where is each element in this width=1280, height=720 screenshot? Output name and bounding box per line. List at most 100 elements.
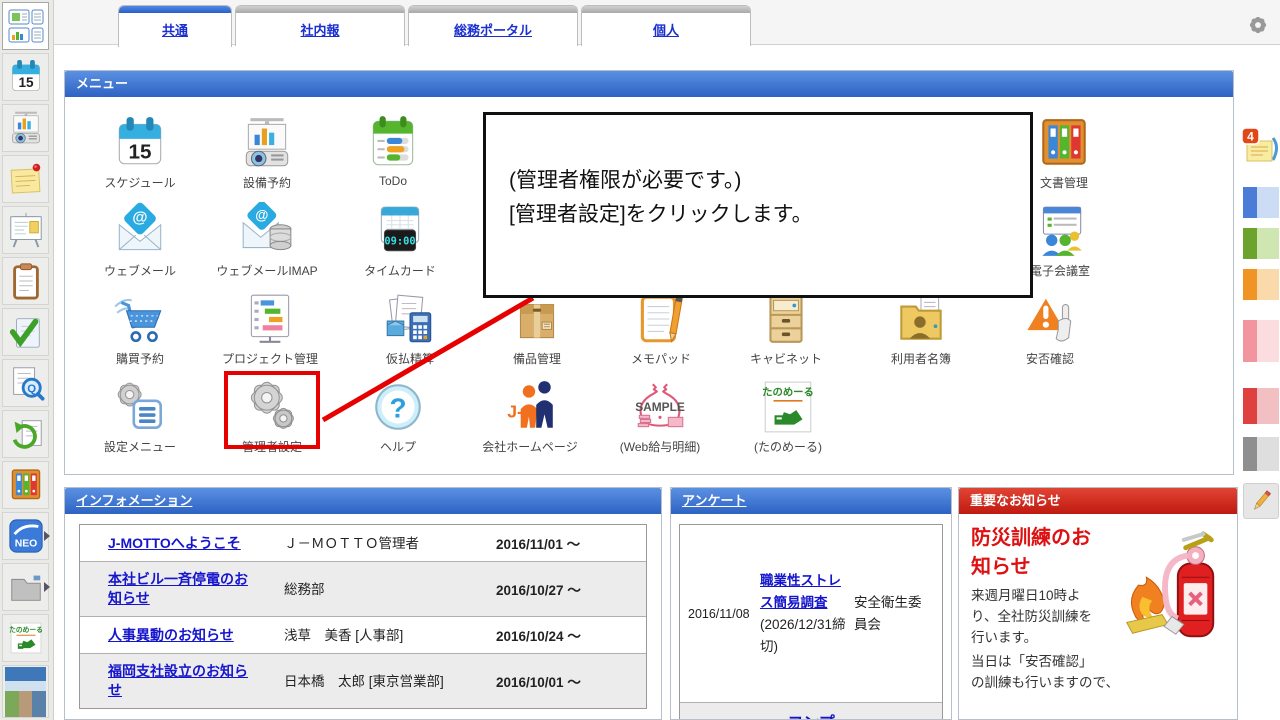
tab-bar [409, 6, 577, 13]
right-tab-gray[interactable] [1243, 437, 1279, 471]
menu-item-user-directory[interactable]: 利用者名簿 [856, 286, 986, 367]
sticky-note-icon [7, 160, 45, 198]
menu-item-todo[interactable]: ToDo [328, 110, 458, 188]
sidebar-item-circular[interactable] [2, 257, 49, 305]
information-row: 人事異動のお知らせ 浅草 美香 [人事部] 2016/10/24 ～ [80, 616, 646, 653]
todo-list-icon [364, 114, 422, 172]
sidebar-item-folder[interactable] [2, 563, 49, 611]
sidebar-item-schedule[interactable]: 15 [2, 53, 49, 101]
tab-label: 社内報 [300, 20, 339, 39]
svg-text:たのめーる: たのめーる [762, 387, 814, 399]
edit-layout-button[interactable] [1243, 483, 1279, 519]
important-notice-panel: 重要なお知らせ 防災訓練のお知らせ 来週月曜日10時より、全社防災訓練を行います… [958, 487, 1238, 720]
right-tab-pink[interactable] [1243, 320, 1279, 362]
info-author: 日本橋 太郎 [東京営業部] [256, 664, 466, 699]
right-tab-red[interactable] [1243, 388, 1279, 424]
facility-projector-icon [7, 109, 45, 147]
right-tab-blue[interactable] [1243, 187, 1279, 218]
right-tab-green[interactable] [1243, 228, 1279, 259]
tab-general-affairs-portal[interactable]: 総務ポータル [408, 5, 578, 46]
menu-item-cabinet[interactable]: キャビネット [721, 286, 851, 367]
information-title-link[interactable]: インフォメーション [76, 493, 192, 508]
menu-item-label: 備品管理 [472, 350, 602, 367]
menu-item-project-management[interactable]: プロジェクト管理 [205, 286, 335, 367]
menu-item-safety-confirmation[interactable]: 安否確認 [985, 286, 1115, 367]
tab-company-news[interactable]: 社内報 [235, 5, 405, 46]
info-title-link[interactable]: 福岡支社設立のお知らせ [108, 663, 248, 698]
sidebar-item-portal-layout[interactable] [2, 2, 49, 50]
menu-item-tanomeru[interactable]: たのめーる (たのめーる) [723, 374, 853, 455]
settings-gear-icon[interactable] [1245, 12, 1271, 38]
sidebar-item-ad-banner[interactable] [2, 665, 49, 718]
information-row: J-MOTTOへようこそ Ｊ－ＭＯＴＴＯ管理者 2016/11/01 ～ [80, 525, 646, 561]
supplies-box-icon [508, 290, 566, 348]
sidebar-item-todo[interactable] [2, 308, 49, 356]
bulletin-board-icon [7, 211, 45, 249]
svg-text:?: ? [389, 392, 406, 423]
survey-title-link[interactable]: アンケート [682, 493, 746, 508]
important-notice-title: 重要なお知らせ [970, 493, 1061, 508]
svg-text:@: @ [255, 208, 268, 223]
tab-personal[interactable]: 個人 [581, 5, 751, 46]
menu-item-label: 安否確認 [985, 350, 1115, 367]
survey-link[interactable]: コンプ [787, 715, 835, 720]
safety-alert-icon [1021, 290, 1079, 348]
company-homepage-icon: J- [501, 378, 559, 436]
info-date: 2016/10/01 ～ [466, 663, 612, 699]
survey-link[interactable]: 職業性ストレス簡易調査 [760, 573, 841, 610]
menu-item-label: 購買予約 [75, 350, 205, 367]
right-tab-orange[interactable] [1243, 269, 1279, 300]
portal-screen: 共通 社内報 総務ポータル 個人 [0, 0, 1280, 720]
info-title-link[interactable]: 本社ビル一斉停電のお知らせ [108, 571, 248, 606]
notice-text-2: 当日は「安否確認」の訓練も行いますので、 [971, 651, 1227, 693]
gantt-chart-icon [241, 290, 299, 348]
survey-panel: アンケート 2016/11/08 職業性ストレス簡易調査 (2026/12/31締… [670, 487, 952, 720]
tanomeru-logo-icon: たのめーる [7, 619, 45, 657]
neo-app-icon: NEO [7, 517, 45, 555]
tanomeru-logo-icon: たのめーる [759, 378, 817, 436]
clipboard-icon [7, 262, 45, 300]
menu-item-equipment-management[interactable]: 備品管理 [472, 286, 602, 367]
tab-label: 総務ポータル [454, 20, 532, 39]
sidebar-item-tanomeru[interactable]: たのめーる [2, 614, 49, 662]
bookshelf-icon [1035, 114, 1093, 172]
menu-item-label: ヘルプ [333, 438, 463, 455]
menu-item-help[interactable]: ? ヘルプ [333, 374, 463, 455]
menu-item-advance-payment[interactable]: 仮払精算 [345, 286, 475, 367]
sidebar-item-message-memo[interactable] [2, 155, 49, 203]
menu-item-label: 設備予約 [202, 174, 332, 191]
menu-item-purchase-reservation[interactable]: 購買予約 [75, 286, 205, 367]
info-title-link[interactable]: 人事異動のお知らせ [108, 627, 234, 643]
svg-text:09:00: 09:00 [384, 235, 415, 247]
sidebar-item-facility-reservation[interactable] [2, 104, 49, 152]
info-title-link[interactable]: J-MOTTOへようこそ [108, 535, 241, 551]
fire-extinguisher-illustration [1109, 526, 1227, 654]
sidebar-item-desknets-neo[interactable]: NEO [2, 512, 49, 560]
survey-date: 2016/11/08 [680, 607, 760, 621]
notification-note-icon[interactable]: 4 [1240, 126, 1280, 168]
menu-item-label: 利用者名簿 [856, 350, 986, 367]
todo-check-icon [7, 313, 45, 351]
menu-item-memo-pad[interactable]: メモパッド [596, 286, 726, 367]
menu-item-company-homepage[interactable]: J- 会社ホームページ [465, 374, 595, 455]
menu-item-web-payslip[interactable]: SAMPLE (Web給与明細) [595, 374, 725, 455]
tab-common[interactable]: 共通 [118, 5, 232, 47]
portal-layout-icon [6, 6, 46, 46]
settings-menu-icon [111, 378, 169, 436]
sidebar-item-document-search[interactable]: Q [2, 359, 49, 407]
flyout-arrow-icon [44, 531, 50, 541]
callout-line1: (管理者権限が必要です。) [509, 164, 1030, 198]
menu-item-schedule[interactable]: 15 スケジュール [75, 110, 205, 191]
menu-item-timecard[interactable]: 09:00 タイムカード [335, 198, 465, 279]
information-row: 福岡支社設立のお知らせ 日本橋 太郎 [東京営業部] 2016/10/01 ～ [80, 653, 646, 708]
callout-line2: [管理者設定]をクリックします。 [509, 198, 1030, 232]
menu-item-webmail[interactable]: @ ウェブメール [75, 198, 205, 279]
menu-item-facility-reservation[interactable]: 設備予約 [202, 110, 332, 191]
survey-deadline: (2026/12/31締切) [760, 617, 846, 654]
menu-item-settings-menu[interactable]: 設定メニュー [75, 374, 205, 455]
sidebar-item-document-management[interactable] [2, 461, 49, 509]
menu-item-webmail-imap[interactable]: @ ウェブメールIMAP [202, 198, 332, 279]
sidebar-item-workflow[interactable] [2, 410, 49, 458]
sidebar-item-bulletin-board[interactable] [2, 206, 49, 254]
memo-pad-icon [632, 290, 690, 348]
